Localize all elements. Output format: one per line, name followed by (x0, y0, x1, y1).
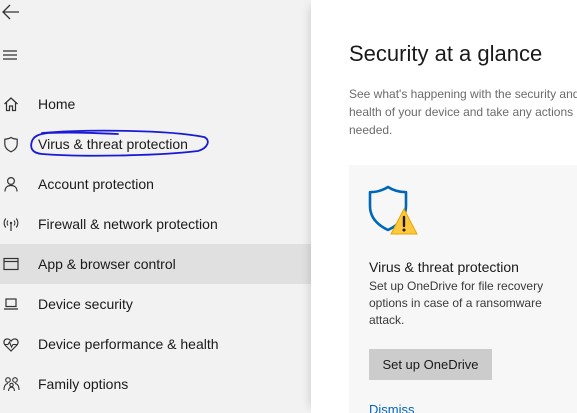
sidebar-item-label: Device security (38, 296, 133, 312)
sidebar-item-label: Family options (38, 376, 129, 392)
windows-security-window: Home Virus & threat protection Account p… (0, 0, 577, 413)
laptop-icon (2, 295, 20, 313)
card-title: Virus & threat protection (369, 259, 519, 275)
home-icon (2, 95, 20, 113)
sidebar-item-family-options[interactable]: Family options (0, 364, 311, 404)
sidebar-item-firewall-network-protection[interactable]: Firewall & network protection (0, 204, 311, 244)
hamburger-menu-icon (3, 50, 17, 60)
page-title: Security at a glance (349, 41, 543, 66)
family-icon (2, 375, 20, 393)
person-icon (2, 175, 20, 193)
virus-threat-protection-card: Virus & threat protection Set up OneDriv… (349, 165, 577, 413)
back-button[interactable] (0, 0, 28, 24)
set-up-onedrive-button[interactable]: Set up OneDrive (369, 349, 492, 380)
sidebar: Home Virus & threat protection Account p… (0, 0, 311, 413)
shield-warning-icon (368, 185, 418, 235)
sidebar-item-label: Virus & threat protection (38, 136, 188, 152)
page-subtitle: See what's happening with the security a… (349, 87, 577, 137)
sidebar-item-label: Home (38, 96, 76, 112)
sidebar-nav: Home Virus & threat protection Account p… (0, 84, 311, 404)
sidebar-item-home[interactable]: Home (0, 84, 311, 124)
sidebar-item-label: Account protection (38, 176, 154, 192)
sidebar-item-label: App & browser control (38, 256, 176, 272)
sidebar-item-account-protection[interactable]: Account protection (0, 164, 311, 204)
back-arrow-icon (2, 4, 19, 20)
sidebar-item-label: Device performance & health (38, 336, 219, 352)
heart-pulse-icon (2, 335, 20, 353)
main-content: Security at a glance See what's happenin… (311, 0, 577, 413)
menu-button[interactable] (0, 42, 28, 68)
browser-window-icon (2, 255, 20, 273)
wifi-antenna-icon (2, 215, 20, 233)
sidebar-item-virus-threat-protection[interactable]: Virus & threat protection (0, 124, 311, 164)
sidebar-item-device-security[interactable]: Device security (0, 284, 311, 324)
shield-icon (2, 135, 20, 153)
dismiss-link[interactable]: Dismiss (369, 402, 415, 413)
sidebar-item-device-performance-health[interactable]: Device performance & health (0, 324, 311, 364)
sidebar-item-app-browser-control[interactable]: App & browser control (0, 244, 311, 284)
card-description: Set up OneDrive for file recovery option… (369, 279, 544, 327)
sidebar-item-label: Firewall & network protection (38, 216, 218, 232)
